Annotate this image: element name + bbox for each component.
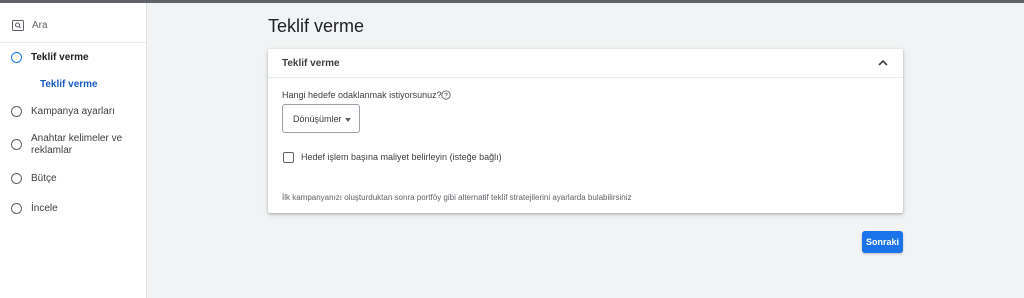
sidebar-item-label: İncele <box>31 203 58 214</box>
chevron-up-icon[interactable] <box>877 57 889 69</box>
card-title: Teklif verme <box>282 58 340 69</box>
sidebar-item-label: Anahtar kelimeler ve reklamlar <box>31 133 123 156</box>
dropdown-value: Dönüşümler <box>293 114 342 124</box>
step-circle-icon <box>11 106 22 117</box>
goal-dropdown[interactable]: Dönüşümler <box>282 104 360 133</box>
top-bar <box>0 0 1024 3</box>
next-button[interactable]: Sonraki <box>862 231 903 253</box>
strategy-footnote: İlk kampanyanızı oluşturduktan sonra por… <box>282 193 632 202</box>
sidebar-subitem-bidding[interactable]: Teklif verme <box>40 79 98 90</box>
search-icon <box>12 20 24 31</box>
sidebar: Ara Teklif verme Teklif verme Kampanya a… <box>0 3 147 298</box>
goal-question: Hangi hedefe odaklanmak istiyorsunuz? <box>282 90 442 100</box>
sidebar-item-label: Bütçe <box>31 173 57 184</box>
step-circle-icon <box>11 173 22 184</box>
step-circle-icon <box>11 139 22 150</box>
sidebar-item-review[interactable]: İncele <box>0 201 146 219</box>
sidebar-search[interactable]: Ara <box>0 10 146 43</box>
sidebar-item-budget[interactable]: Bütçe <box>0 171 146 189</box>
sidebar-item-keywords-ads[interactable]: Anahtar kelimeler ve reklamlar <box>0 131 146 159</box>
step-circle-icon <box>11 52 22 63</box>
sidebar-item-campaign-settings[interactable]: Kampanya ayarları <box>0 104 146 122</box>
sidebar-item-label: Kampanya ayarları <box>31 106 115 117</box>
search-label: Ara <box>32 20 48 31</box>
page-title: Teklif verme <box>268 16 365 36</box>
sidebar-item-label: Teklif verme <box>31 52 89 63</box>
help-circle-icon[interactable] <box>441 90 451 100</box>
target-cpa-label[interactable]: Hedef işlem başına maliyet belirleyin (i… <box>301 152 502 162</box>
step-circle-icon <box>11 203 22 214</box>
target-cpa-checkbox[interactable] <box>283 152 294 163</box>
card-header[interactable]: Teklif verme <box>268 49 903 78</box>
caret-down-icon <box>345 118 351 122</box>
bidding-card: Teklif verme Hangi hedefe odaklanmak ist… <box>268 49 903 213</box>
sidebar-item-bidding[interactable]: Teklif verme <box>0 49 146 69</box>
